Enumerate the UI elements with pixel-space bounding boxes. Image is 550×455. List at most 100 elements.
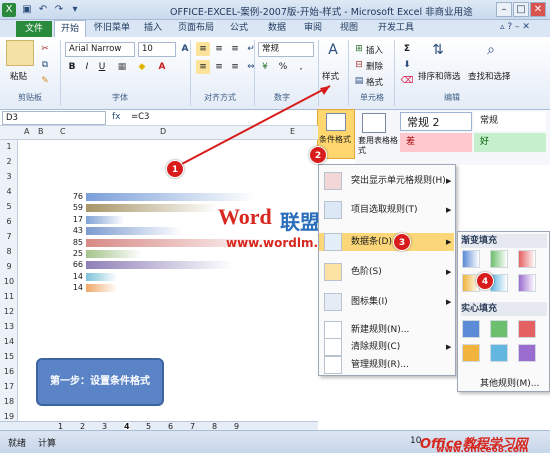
undo-icon[interactable]: ↶ — [36, 3, 50, 17]
row-number[interactable]: 1 — [0, 142, 18, 151]
row-number[interactable]: 3 — [0, 172, 18, 181]
row-number[interactable]: 5 — [0, 202, 18, 211]
align-center-icon[interactable]: ≡ — [212, 60, 226, 74]
number-format-box[interactable]: 常规 — [258, 42, 314, 57]
tab-insert[interactable]: 插入 — [138, 21, 168, 37]
cell-value[interactable]: 14 — [55, 272, 83, 281]
tab-review[interactable]: 审阅 — [298, 21, 328, 37]
align-bottom-icon[interactable]: ≡ — [228, 42, 242, 56]
paste-label[interactable]: 粘贴 — [10, 70, 27, 82]
table-format-label[interactable]: 套用表格格式 — [358, 136, 398, 156]
align-right-icon[interactable]: ≡ — [228, 60, 242, 74]
cell-value[interactable]: 85 — [55, 238, 83, 247]
ribbon-controls[interactable]: ▵ ? – ✕ — [500, 22, 540, 34]
row-number[interactable]: 2 — [0, 157, 18, 166]
align-top-icon[interactable]: ≡ — [196, 42, 210, 56]
percent-icon[interactable]: % — [276, 60, 290, 74]
font-size-box[interactable]: 10 — [138, 42, 176, 57]
sort-filter-label[interactable]: 排序和筛选 — [418, 70, 461, 82]
cell-value[interactable]: 76 — [55, 192, 83, 201]
excel-app-icon[interactable]: X — [2, 3, 16, 17]
cell-value[interactable]: 43 — [55, 226, 83, 235]
tab-formulas[interactable]: 公式 — [224, 21, 254, 37]
databar-swatch[interactable] — [462, 344, 480, 362]
name-box[interactable]: D3 — [2, 111, 106, 125]
format-painter-icon[interactable]: ✎ — [38, 74, 52, 88]
tab-home[interactable]: 开始 — [54, 20, 87, 38]
underline-icon[interactable]: U — [95, 60, 109, 74]
copy-icon[interactable]: ⧉ — [38, 58, 52, 72]
fill-icon[interactable]: ⬇ — [400, 58, 414, 72]
wrap-text-icon[interactable]: ↵ — [244, 42, 258, 56]
databar-swatch[interactable] — [462, 250, 480, 268]
fx-icon[interactable]: fx — [112, 112, 121, 122]
minimize-button[interactable]: – — [496, 2, 512, 17]
cell-value[interactable]: 25 — [55, 249, 83, 258]
clear-icon[interactable]: ⌫ — [400, 74, 414, 88]
styles-icon[interactable]: A — [322, 42, 344, 64]
row-number[interactable]: 4 — [0, 187, 18, 196]
databar-swatch[interactable] — [518, 274, 536, 292]
cell-value[interactable]: 14 — [55, 283, 83, 292]
databar-swatch[interactable] — [490, 320, 508, 338]
row-number[interactable]: 19 — [0, 412, 18, 421]
style-good[interactable]: 好 — [474, 133, 546, 152]
delete-cells-label[interactable]: 删除 — [366, 60, 383, 72]
tab-page-layout[interactable]: 页面布局 — [172, 21, 220, 37]
row-number[interactable]: 10 — [0, 277, 18, 286]
cell-value[interactable]: 17 — [55, 215, 83, 224]
find-select-icon[interactable]: ⌕ — [478, 42, 504, 66]
style-bad[interactable]: 差 — [400, 133, 472, 152]
databar-swatch[interactable] — [518, 250, 536, 268]
merge-icon[interactable]: ⇔ — [244, 60, 258, 74]
border-icon[interactable]: ▦ — [115, 60, 129, 74]
bold-icon[interactable]: B — [65, 60, 79, 74]
fill-color-icon[interactable]: ◆ — [135, 60, 149, 74]
save-icon[interactable]: ▣ — [20, 3, 34, 17]
databar-swatch[interactable] — [462, 320, 480, 338]
databar-swatch[interactable] — [490, 250, 508, 268]
row-number[interactable]: 13 — [0, 322, 18, 331]
tab-data[interactable]: 数据 — [262, 21, 292, 37]
row-number[interactable]: 9 — [0, 262, 18, 271]
sort-filter-icon[interactable]: ⇅ — [425, 42, 451, 66]
row-number[interactable]: 11 — [0, 292, 18, 301]
maximize-button[interactable]: □ — [513, 2, 529, 17]
currency-icon[interactable]: ¥ — [258, 60, 272, 74]
col-c[interactable]: C — [60, 127, 66, 136]
row-number[interactable]: 14 — [0, 337, 18, 346]
row-number[interactable]: 17 — [0, 382, 18, 391]
databar-swatch[interactable] — [518, 344, 536, 362]
row-number[interactable]: 8 — [0, 247, 18, 256]
row-number[interactable]: 18 — [0, 397, 18, 406]
col-b[interactable]: B — [38, 127, 44, 136]
font-name-box[interactable]: Arial Narrow — [65, 42, 135, 57]
style-normal[interactable]: 常规 — [474, 112, 546, 131]
cell-value[interactable]: 59 — [55, 203, 83, 212]
cut-icon[interactable]: ✂ — [38, 42, 52, 56]
row-number[interactable]: 15 — [0, 352, 18, 361]
redo-icon[interactable]: ↷ — [52, 3, 66, 17]
tab-developer[interactable]: 开发工具 — [372, 21, 420, 37]
comma-icon[interactable]: , — [294, 60, 308, 74]
tab-classic-menu[interactable]: 怀旧菜单 — [88, 21, 136, 37]
align-left-icon[interactable]: ≡ — [196, 60, 210, 74]
delete-cells-icon[interactable]: ⊟ — [352, 58, 366, 72]
style-normal2[interactable]: 常规 2 — [400, 112, 472, 131]
table-format-icon[interactable] — [362, 113, 386, 133]
row-number[interactable]: 6 — [0, 217, 18, 226]
insert-cells-label[interactable]: 插入 — [366, 44, 383, 56]
close-button[interactable]: ✕ — [530, 2, 546, 17]
align-middle-icon[interactable]: ≡ — [212, 42, 226, 56]
insert-cells-icon[interactable]: ⊞ — [352, 42, 366, 56]
tab-view[interactable]: 视图 — [334, 21, 364, 37]
find-select-label[interactable]: 查找和选择 — [468, 70, 511, 82]
cell-value[interactable]: 66 — [55, 260, 83, 269]
format-cells-icon[interactable]: ▤ — [352, 74, 366, 88]
col-a[interactable]: A — [24, 127, 29, 136]
qat-dropdown-icon[interactable]: ▾ — [68, 3, 82, 17]
paste-icon[interactable] — [6, 40, 34, 66]
databar-swatch[interactable] — [490, 344, 508, 362]
more-rules-item[interactable]: 其他规则(M)... — [480, 376, 539, 389]
databar-swatch[interactable] — [518, 320, 536, 338]
